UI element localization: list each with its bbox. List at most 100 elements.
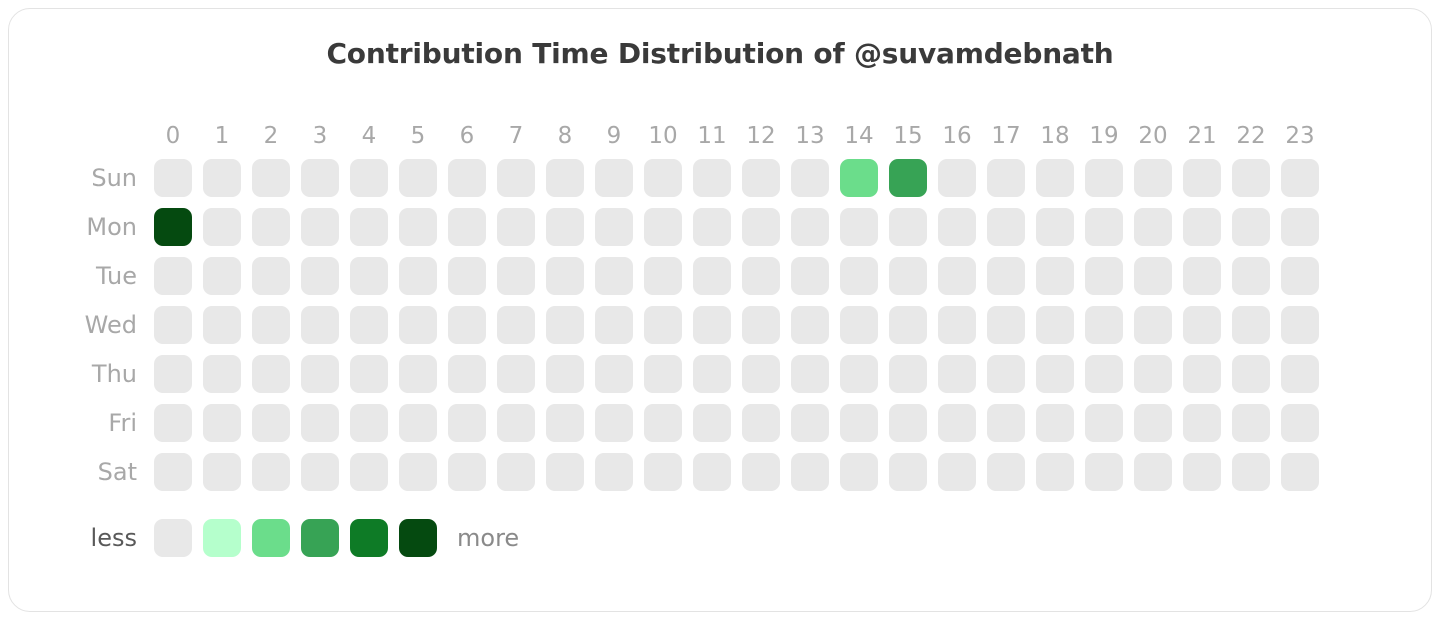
heatmap-cell[interactable] bbox=[448, 257, 486, 295]
heatmap-cell[interactable] bbox=[497, 404, 535, 442]
heatmap-cell[interactable] bbox=[1085, 208, 1123, 246]
heatmap-cell[interactable] bbox=[1183, 453, 1221, 491]
heatmap-cell[interactable] bbox=[1232, 159, 1270, 197]
heatmap-cell[interactable] bbox=[350, 257, 388, 295]
heatmap-cell[interactable] bbox=[1036, 257, 1074, 295]
heatmap-cell[interactable] bbox=[1183, 159, 1221, 197]
heatmap-cell[interactable] bbox=[644, 257, 682, 295]
heatmap-cell[interactable] bbox=[791, 257, 829, 295]
heatmap-cell[interactable] bbox=[399, 355, 437, 393]
heatmap-cell[interactable] bbox=[301, 208, 339, 246]
heatmap-cell[interactable] bbox=[1134, 159, 1172, 197]
heatmap-cell[interactable] bbox=[1134, 257, 1172, 295]
heatmap-cell[interactable] bbox=[1134, 208, 1172, 246]
heatmap-cell[interactable] bbox=[595, 159, 633, 197]
heatmap-cell[interactable] bbox=[399, 453, 437, 491]
heatmap-cell[interactable] bbox=[252, 159, 290, 197]
heatmap-cell[interactable] bbox=[938, 404, 976, 442]
heatmap-cell[interactable] bbox=[1232, 257, 1270, 295]
heatmap-cell[interactable] bbox=[350, 453, 388, 491]
heatmap-cell[interactable] bbox=[546, 257, 584, 295]
heatmap-cell[interactable] bbox=[889, 306, 927, 344]
heatmap-cell[interactable] bbox=[889, 257, 927, 295]
heatmap-cell[interactable] bbox=[938, 306, 976, 344]
heatmap-cell[interactable] bbox=[742, 404, 780, 442]
heatmap-cell[interactable] bbox=[301, 306, 339, 344]
heatmap-cell[interactable] bbox=[742, 453, 780, 491]
heatmap-cell[interactable] bbox=[595, 257, 633, 295]
heatmap-cell[interactable] bbox=[1183, 306, 1221, 344]
heatmap-cell[interactable] bbox=[350, 355, 388, 393]
heatmap-cell[interactable] bbox=[399, 404, 437, 442]
heatmap-cell[interactable] bbox=[497, 257, 535, 295]
heatmap-cell[interactable] bbox=[399, 159, 437, 197]
heatmap-cell[interactable] bbox=[203, 355, 241, 393]
heatmap-cell[interactable] bbox=[546, 404, 584, 442]
heatmap-cell[interactable] bbox=[301, 453, 339, 491]
heatmap-cell[interactable] bbox=[938, 159, 976, 197]
heatmap-cell[interactable] bbox=[497, 306, 535, 344]
heatmap-cell[interactable] bbox=[203, 257, 241, 295]
heatmap-cell[interactable] bbox=[1085, 306, 1123, 344]
heatmap-cell[interactable] bbox=[448, 453, 486, 491]
heatmap-cell[interactable] bbox=[840, 257, 878, 295]
heatmap-cell[interactable] bbox=[742, 355, 780, 393]
heatmap-cell[interactable] bbox=[595, 453, 633, 491]
heatmap-cell[interactable] bbox=[693, 306, 731, 344]
heatmap-cell[interactable] bbox=[154, 453, 192, 491]
heatmap-cell[interactable] bbox=[546, 159, 584, 197]
heatmap-cell[interactable] bbox=[350, 306, 388, 344]
heatmap-cell[interactable] bbox=[252, 208, 290, 246]
heatmap-cell[interactable] bbox=[399, 257, 437, 295]
heatmap-cell[interactable] bbox=[1085, 159, 1123, 197]
heatmap-cell[interactable] bbox=[350, 404, 388, 442]
heatmap-cell[interactable] bbox=[987, 208, 1025, 246]
heatmap-cell[interactable] bbox=[889, 404, 927, 442]
heatmap-cell[interactable] bbox=[595, 306, 633, 344]
heatmap-cell[interactable] bbox=[1232, 453, 1270, 491]
heatmap-cell[interactable] bbox=[693, 208, 731, 246]
heatmap-cell[interactable] bbox=[252, 306, 290, 344]
heatmap-cell[interactable] bbox=[644, 453, 682, 491]
heatmap-cell[interactable] bbox=[693, 453, 731, 491]
heatmap-cell[interactable] bbox=[595, 208, 633, 246]
heatmap-cell[interactable] bbox=[987, 159, 1025, 197]
heatmap-cell[interactable] bbox=[1036, 355, 1074, 393]
heatmap-cell[interactable] bbox=[154, 404, 192, 442]
heatmap-cell[interactable] bbox=[448, 404, 486, 442]
heatmap-cell[interactable] bbox=[840, 208, 878, 246]
heatmap-cell[interactable] bbox=[1183, 208, 1221, 246]
heatmap-cell[interactable] bbox=[1036, 453, 1074, 491]
heatmap-cell[interactable] bbox=[791, 159, 829, 197]
heatmap-cell[interactable] bbox=[840, 355, 878, 393]
heatmap-cell[interactable] bbox=[399, 306, 437, 344]
heatmap-cell[interactable] bbox=[693, 355, 731, 393]
heatmap-cell[interactable] bbox=[693, 257, 731, 295]
heatmap-cell[interactable] bbox=[595, 404, 633, 442]
heatmap-cell[interactable] bbox=[1183, 355, 1221, 393]
heatmap-cell[interactable] bbox=[1232, 404, 1270, 442]
heatmap-cell[interactable] bbox=[448, 159, 486, 197]
heatmap-cell[interactable] bbox=[791, 453, 829, 491]
heatmap-cell[interactable] bbox=[252, 257, 290, 295]
heatmap-cell[interactable] bbox=[154, 159, 192, 197]
heatmap-cell[interactable] bbox=[497, 159, 535, 197]
heatmap-cell[interactable] bbox=[1036, 404, 1074, 442]
heatmap-cell[interactable] bbox=[987, 355, 1025, 393]
heatmap-cell[interactable] bbox=[154, 306, 192, 344]
heatmap-cell[interactable] bbox=[742, 257, 780, 295]
heatmap-cell[interactable] bbox=[1036, 306, 1074, 344]
heatmap-cell[interactable] bbox=[840, 159, 878, 197]
heatmap-cell[interactable] bbox=[1183, 257, 1221, 295]
heatmap-cell[interactable] bbox=[987, 453, 1025, 491]
heatmap-cell[interactable] bbox=[1183, 404, 1221, 442]
heatmap-cell[interactable] bbox=[987, 257, 1025, 295]
heatmap-cell[interactable] bbox=[203, 306, 241, 344]
heatmap-cell[interactable] bbox=[1085, 453, 1123, 491]
heatmap-cell[interactable] bbox=[1085, 355, 1123, 393]
heatmap-cell[interactable] bbox=[840, 404, 878, 442]
heatmap-cell[interactable] bbox=[546, 453, 584, 491]
heatmap-cell[interactable] bbox=[987, 404, 1025, 442]
heatmap-cell[interactable] bbox=[644, 208, 682, 246]
heatmap-cell[interactable] bbox=[889, 159, 927, 197]
